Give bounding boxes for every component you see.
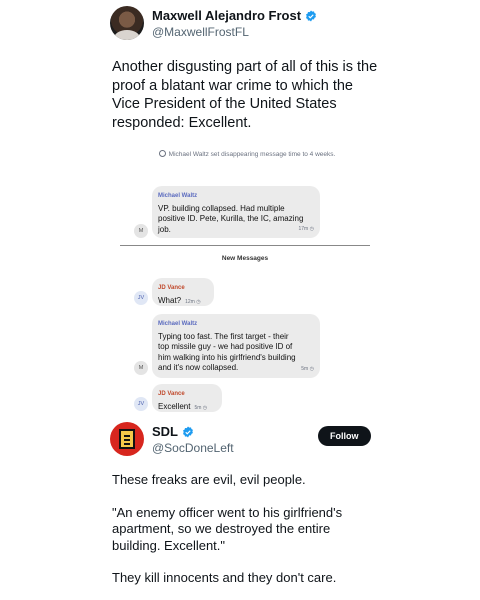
system-message: Michael Waltz set disappearing message t… xyxy=(156,150,338,160)
system-message-text: Michael Waltz set disappearing message t… xyxy=(168,151,336,158)
timestamp: 12m ◷ xyxy=(185,298,201,305)
tweet-paragraph: "An enemy officer went to his girlfriend… xyxy=(112,504,343,553)
author-name[interactable]: SDL xyxy=(152,424,178,439)
chat-screenshot: Michael Waltz set disappearing message t… xyxy=(120,148,370,414)
sender-avatar: JV xyxy=(134,397,148,411)
follow-button[interactable]: Follow xyxy=(318,426,371,446)
author-name[interactable]: Maxwell Alejandro Frost xyxy=(152,8,301,23)
message-bubble: Michael Waltz Typing too fast. The first… xyxy=(152,314,320,378)
author-handle[interactable]: @SocDoneLeft xyxy=(152,441,234,455)
clock-icon xyxy=(158,150,166,157)
tweet-text: These freaks are evil, evil people. "An … xyxy=(112,472,372,600)
message-text: What? xyxy=(158,295,182,305)
message-line: What? 12m ◷ xyxy=(158,296,208,308)
avatar[interactable] xyxy=(110,422,144,456)
verified-badge-icon xyxy=(183,426,193,437)
message-text: VP. building collapsed. Had multiple pos… xyxy=(158,203,304,234)
message-bubble: Michael Waltz VP. building collapsed. Ha… xyxy=(152,186,320,238)
new-messages-label: New Messages xyxy=(221,255,269,262)
divider xyxy=(120,245,370,246)
display-name-row: Maxwell Alejandro Frost xyxy=(152,8,317,23)
message-text: Excellent xyxy=(158,401,191,411)
tweet-paragraph: These freaks are evil, evil people. xyxy=(112,472,306,487)
sender-name: JD Vance xyxy=(158,285,185,291)
author-block: SDL @SocDoneLeft xyxy=(152,424,234,455)
sender-name: Michael Waltz xyxy=(158,321,198,327)
tweet-paragraph: They kill innocents and they don't care. xyxy=(112,570,337,585)
tweet-2-header: SDL @SocDoneLeft Follow xyxy=(110,422,371,462)
message-text: Typing too fast. The first target - thei… xyxy=(158,331,296,373)
display-name-row: SDL xyxy=(152,424,234,439)
sender-name: Michael Waltz xyxy=(158,193,198,199)
verified-badge-icon xyxy=(306,10,317,21)
sender-avatar: M xyxy=(134,224,148,238)
timestamp: 5m ◷ xyxy=(194,404,208,411)
timestamp: 5m ◷ xyxy=(301,365,314,372)
tweet-text: Another disgusting part of all of this i… xyxy=(112,59,378,131)
clock-icon: ◷ xyxy=(309,225,314,232)
sender-avatar: M xyxy=(134,361,148,375)
timestamp: 17m ◷ xyxy=(298,225,315,232)
message-bubble: JD Vance Excellent 5m ◷ xyxy=(152,384,222,412)
tweet-1-header: Maxwell Alejandro Frost @MaxwellFrostFL xyxy=(110,6,370,46)
sender-avatar: JV xyxy=(134,291,148,305)
message-line: Excellent 5m ◷ xyxy=(158,402,216,414)
sender-name: JD Vance xyxy=(158,391,185,397)
document-icon xyxy=(119,429,135,449)
avatar[interactable] xyxy=(110,6,144,40)
author-block: Maxwell Alejandro Frost @MaxwellFrostFL xyxy=(152,8,317,39)
author-handle[interactable]: @MaxwellFrostFL xyxy=(152,25,317,39)
message-bubble: JD Vance What? 12m ◷ xyxy=(152,278,214,306)
